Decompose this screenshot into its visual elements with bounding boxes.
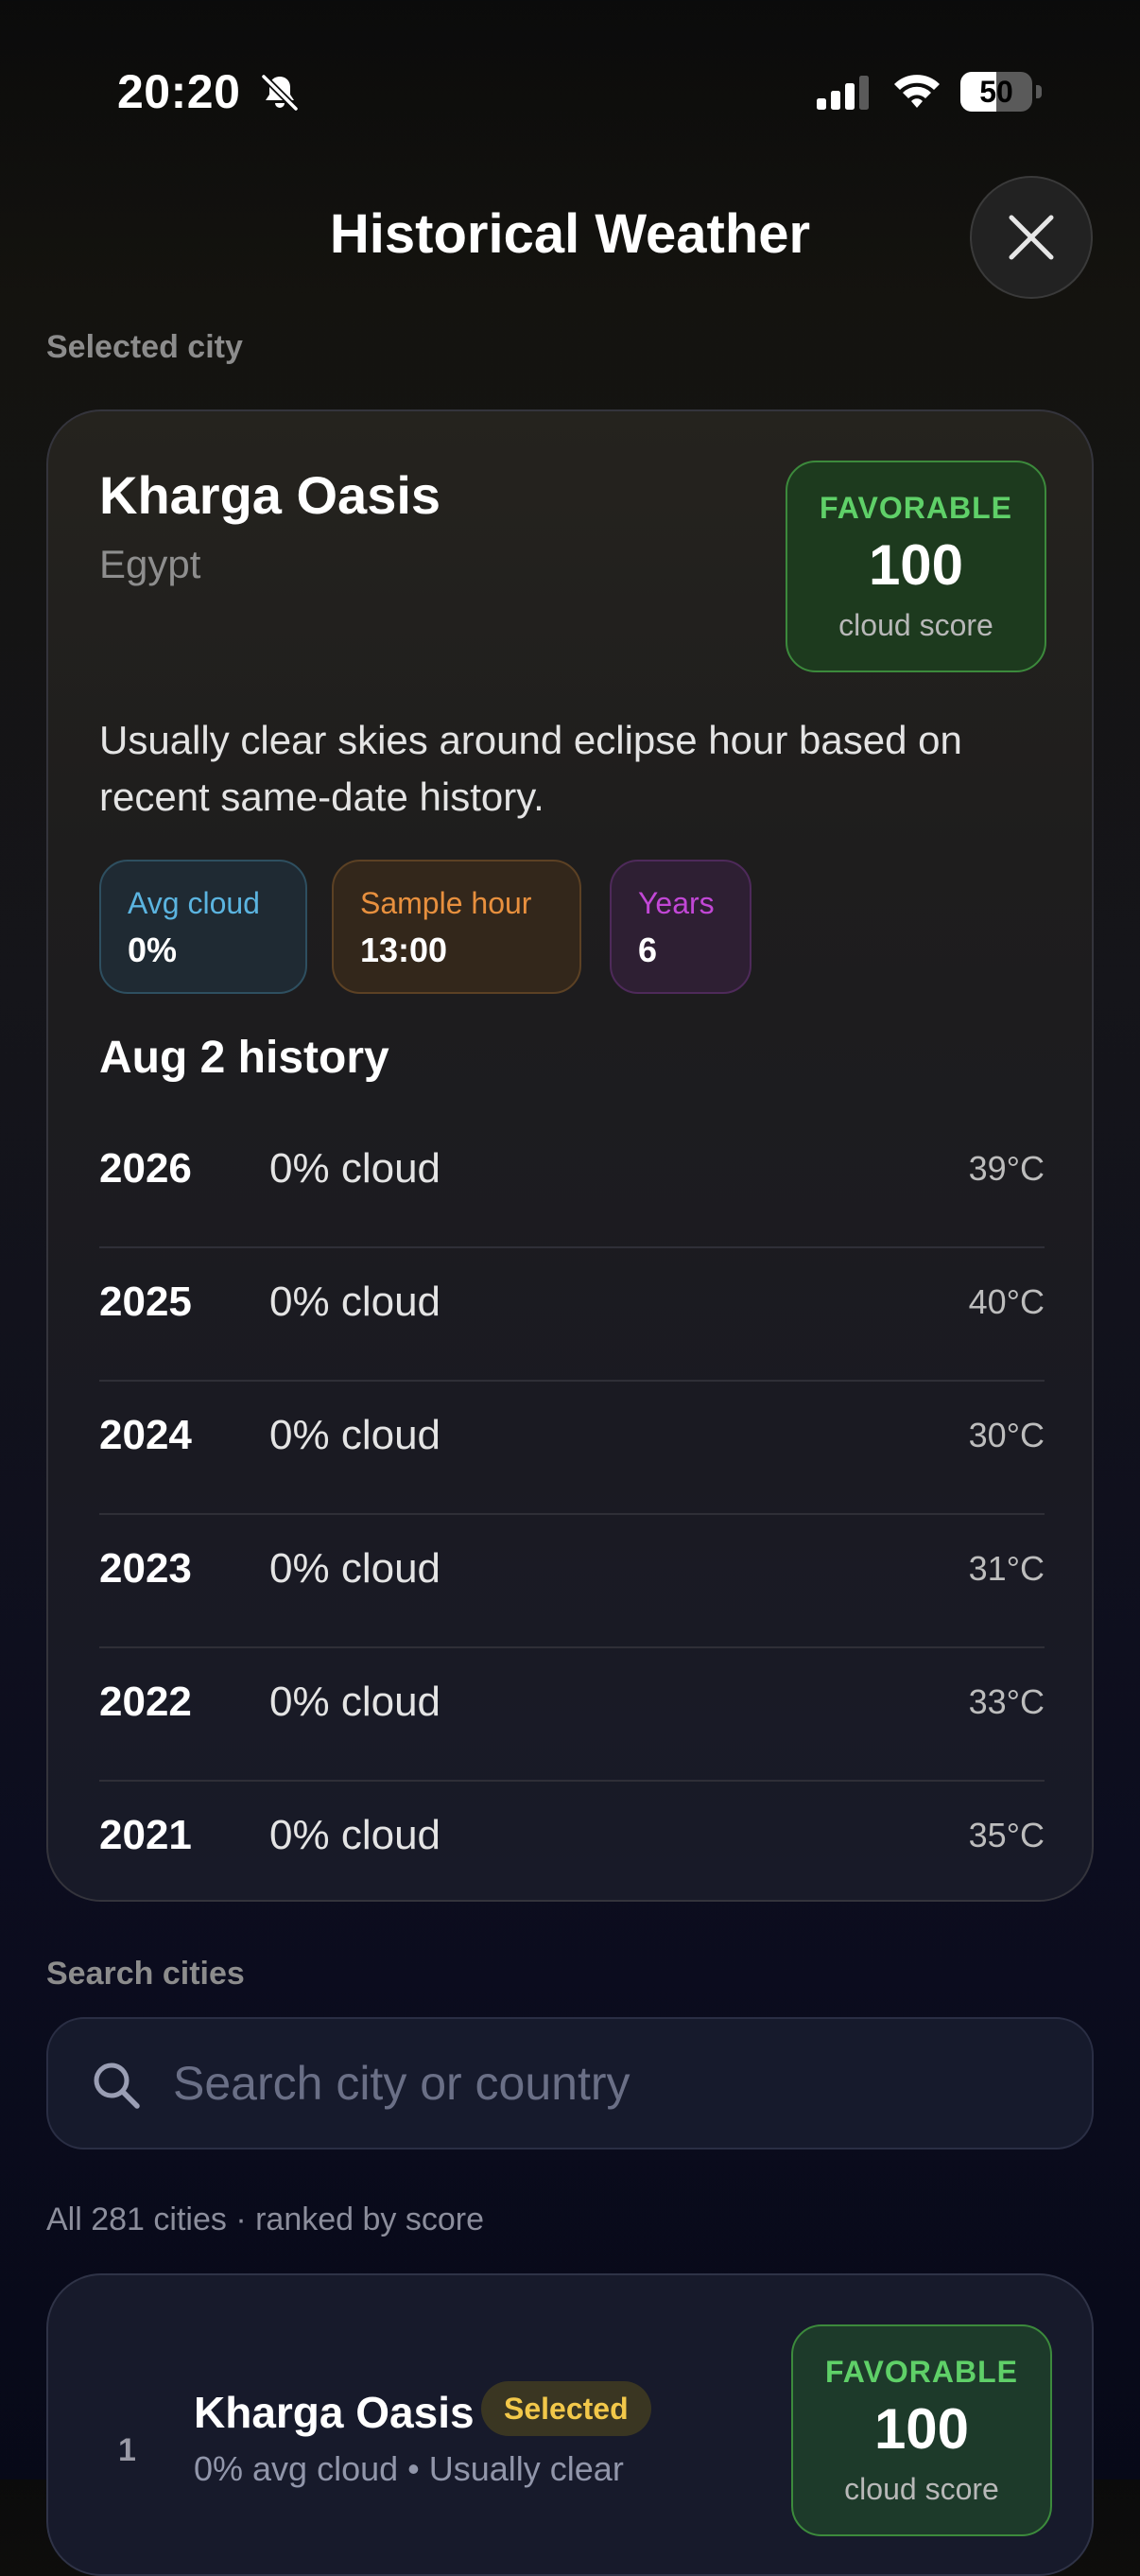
cloud-score-box: FAVORABLE 100 cloud score	[786, 461, 1046, 672]
list-score-value: 100	[873, 2397, 970, 2461]
history-temp: 33°C	[968, 1682, 1045, 1721]
history-temp: 40°C	[968, 1282, 1045, 1321]
history-title: Aug 2 history	[99, 1033, 389, 1083]
history-row: 2026 0% cloud 39°C	[99, 1115, 1045, 1248]
sample-hour-chip: Sample hour 13:00	[332, 860, 581, 994]
battery-icon: 50	[960, 72, 1042, 112]
list-score-status: FAVORABLE	[825, 2355, 1018, 2389]
years-label: Years	[638, 886, 715, 920]
city-name: Kharga Oasis	[99, 465, 441, 525]
list-score-box: FAVORABLE 100 cloud score	[791, 2324, 1052, 2536]
close-button[interactable]	[970, 176, 1093, 299]
status-bar: 20:20 50	[0, 0, 1140, 180]
history-year: 2025	[99, 1279, 192, 1325]
city-list-name: Kharga Oasis	[194, 2388, 475, 2437]
history-cloud: 0% cloud	[269, 1279, 441, 1325]
avg-cloud-value: 0%	[128, 931, 178, 969]
score-value: 100	[868, 533, 964, 597]
x-mark-icon	[1009, 215, 1054, 260]
years-value: 6	[638, 931, 658, 969]
city-list-meta: 0% avg cloud • Usually clear	[194, 2449, 624, 2488]
history-row: 2023 0% cloud 31°C	[99, 1515, 1045, 1648]
city-description: Usually clear skies around eclipse hour …	[99, 718, 962, 819]
history-list: 2026 0% cloud 39°C 2025 0% cloud 40°C 20…	[99, 1115, 1045, 1913]
history-year: 2026	[99, 1145, 192, 1192]
status-time: 20:20	[117, 65, 241, 118]
search-box[interactable]	[46, 2017, 1094, 2150]
score-status: FAVORABLE	[820, 491, 1012, 525]
selected-city-card: Kharga Oasis Egypt FAVORABLE 100 cloud s…	[46, 409, 1094, 1902]
history-cloud: 0% cloud	[269, 1145, 441, 1192]
history-row: 2022 0% cloud 33°C	[99, 1648, 1045, 1782]
selected-city-label: Selected city	[46, 329, 243, 365]
list-score-label: cloud score	[844, 2472, 999, 2506]
sample-hour-label: Sample hour	[360, 886, 532, 920]
history-cloud: 0% cloud	[269, 1679, 441, 1725]
battery-level: 50	[979, 75, 1013, 109]
history-temp: 31°C	[968, 1549, 1045, 1588]
avg-cloud-chip: Avg cloud 0%	[99, 860, 307, 994]
history-year: 2024	[99, 1412, 192, 1458]
city-list-item[interactable]: 1 Kharga Oasis Selected 0% avg cloud • U…	[46, 2273, 1094, 2576]
wifi-icon	[890, 70, 943, 112]
history-cloud: 0% cloud	[269, 1545, 441, 1592]
battery-cap	[1036, 85, 1042, 98]
history-cloud: 0% cloud	[269, 1412, 441, 1458]
search-input[interactable]	[173, 2019, 1062, 2148]
avg-cloud-label: Avg cloud	[128, 886, 260, 920]
bell-slash-icon	[259, 72, 301, 113]
history-year: 2021	[99, 1812, 192, 1858]
search-cities-label: Search cities	[46, 1956, 245, 1992]
sample-hour-value: 13:00	[360, 931, 448, 969]
history-row: 2021 0% cloud 35°C	[99, 1782, 1045, 1913]
battery-body: 50	[960, 72, 1032, 112]
history-row: 2025 0% cloud 40°C	[99, 1248, 1045, 1382]
score-label: cloud score	[838, 608, 993, 642]
city-rank: 1	[118, 2432, 136, 2468]
years-chip: Years 6	[610, 860, 751, 994]
cellular-signal-icon	[815, 74, 872, 112]
selected-badge: Selected	[481, 2381, 651, 2436]
history-row: 2024 0% cloud 30°C	[99, 1382, 1045, 1515]
magnifying-glass-icon	[90, 2059, 143, 2112]
history-temp: 35°C	[968, 1816, 1045, 1854]
history-year: 2023	[99, 1545, 192, 1592]
history-cloud: 0% cloud	[269, 1812, 441, 1858]
history-temp: 30°C	[968, 1416, 1045, 1454]
list-summary: All 281 cities · ranked by score	[46, 2202, 484, 2237]
city-country: Egypt	[99, 542, 201, 586]
history-year: 2022	[99, 1679, 192, 1725]
history-temp: 39°C	[968, 1149, 1045, 1188]
